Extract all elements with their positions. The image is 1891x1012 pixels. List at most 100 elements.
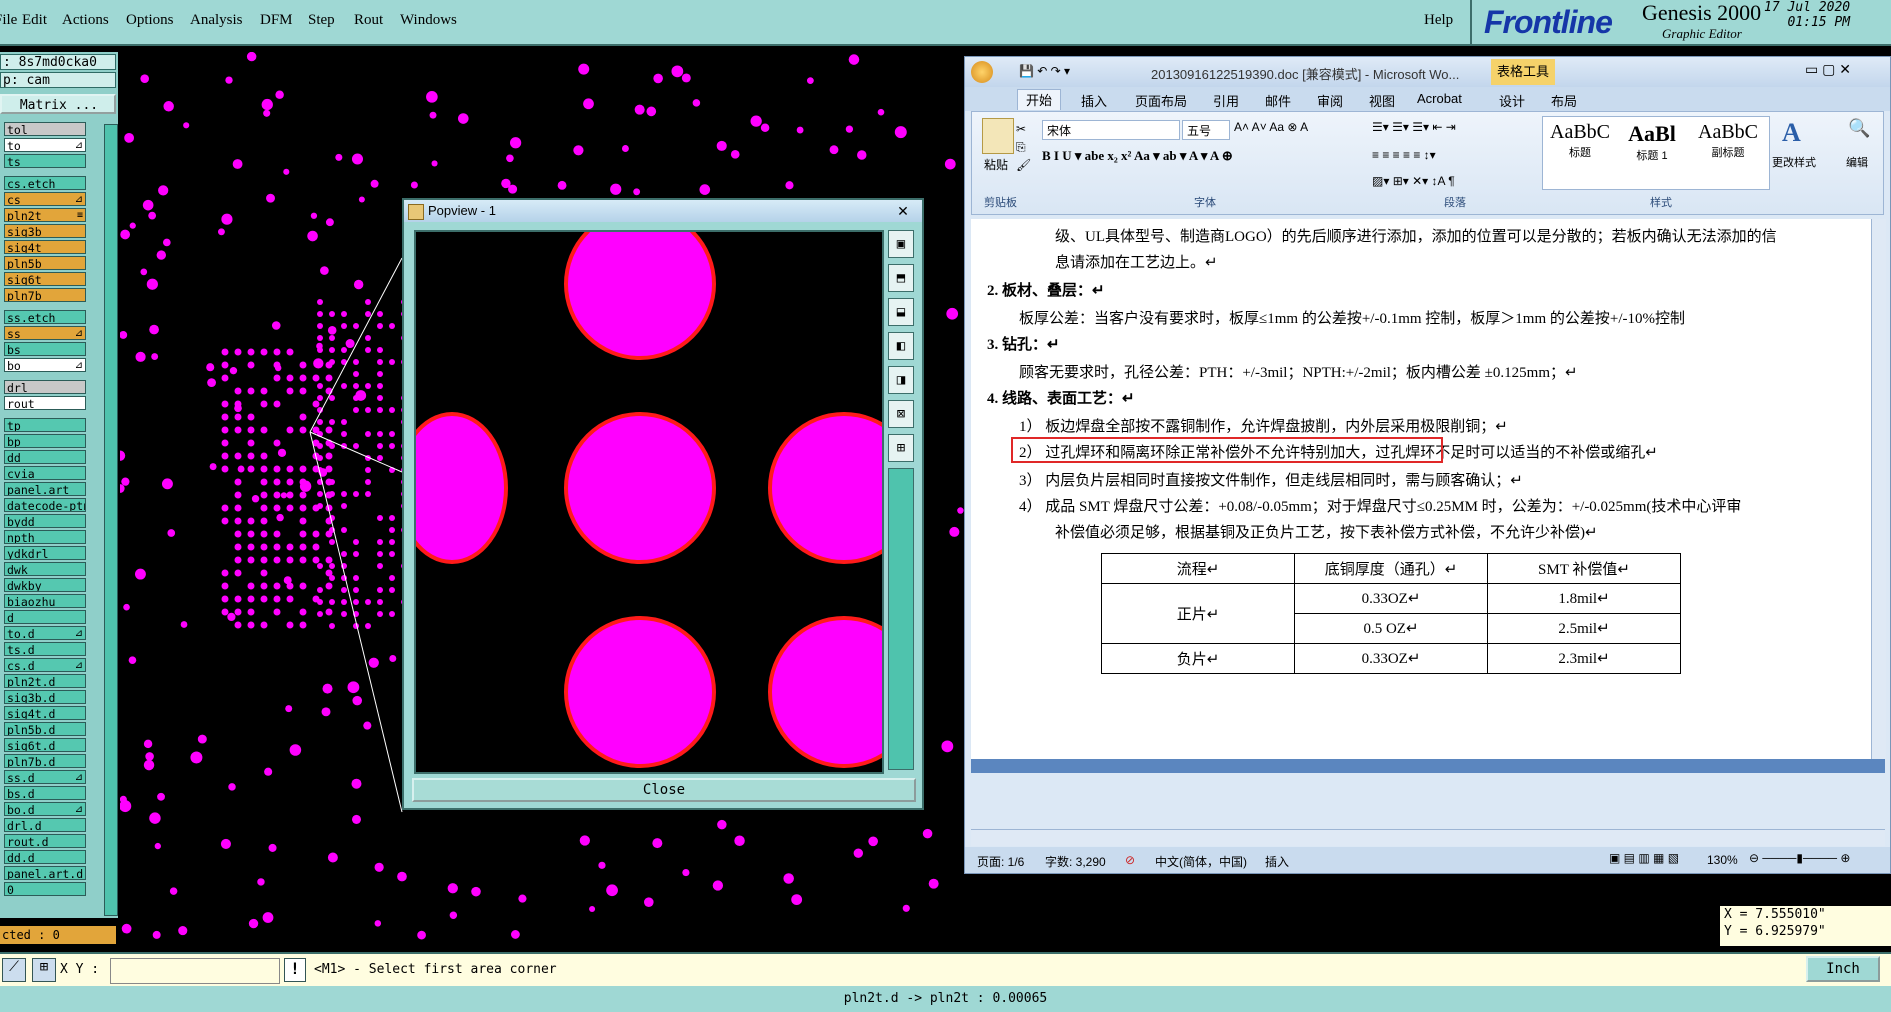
align-icons[interactable]: ≡ ≡ ≡ ≡ ≡ ↕▾: [1372, 148, 1436, 162]
layer-bs-d[interactable]: bs.d: [4, 786, 86, 800]
page-count[interactable]: 页面: 1/6: [977, 853, 1024, 870]
layer-dd-d[interactable]: dd.d: [4, 850, 86, 864]
style-heading1[interactable]: AaBl 标题 1: [1619, 121, 1685, 163]
layer-pln2t-d[interactable]: pln2t.d: [4, 674, 86, 688]
office-button-icon[interactable]: [971, 61, 993, 83]
style-title[interactable]: AaBbC 标题: [1547, 121, 1613, 160]
layer-cs-d[interactable]: cs.d ⊿: [4, 658, 86, 672]
layer-pln5b[interactable]: pln5b: [4, 256, 86, 270]
layer-rout[interactable]: rout: [4, 396, 86, 410]
layer-d[interactable]: d: [4, 610, 86, 624]
layer-ss[interactable]: ss ⊿: [4, 326, 86, 340]
layer-tol[interactable]: tol: [4, 122, 86, 136]
layer-sig3b[interactable]: sig3b: [4, 224, 86, 238]
proofing-icon[interactable]: ⊘: [1125, 853, 1135, 867]
language[interactable]: 中文(简体，中国): [1155, 853, 1247, 870]
menu-rout[interactable]: Rout: [354, 12, 383, 29]
layer-cs[interactable]: cs ⊿: [4, 192, 86, 206]
layer-bydd[interactable]: bydd: [4, 514, 86, 528]
layer-ydkdrl[interactable]: ydkdrl: [4, 546, 86, 560]
menu-options[interactable]: Options: [126, 12, 174, 29]
alert-icon[interactable]: !: [284, 958, 306, 982]
layer-dd[interactable]: dd: [4, 450, 86, 464]
layer-bo[interactable]: bo ⊿: [4, 358, 86, 372]
menu-actions[interactable]: Actions: [62, 12, 109, 29]
popview-canvas[interactable]: [414, 230, 884, 774]
layer-pln7b-d[interactable]: pln7b.d: [4, 754, 86, 768]
layer-bs[interactable]: bs: [4, 342, 86, 356]
window-controls-icon[interactable]: ▭ ▢ ✕: [1805, 61, 1851, 78]
shading-icons[interactable]: ▨▾ ⊞▾ ✕▾ ↕A ¶: [1372, 174, 1455, 188]
tab-view[interactable]: 视图: [1369, 91, 1395, 110]
layer-ss-etch[interactable]: ss.etch: [4, 310, 86, 324]
popview-scroll[interactable]: [888, 468, 914, 770]
tab-acrobat[interactable]: Acrobat: [1417, 91, 1462, 106]
menu-help[interactable]: Help: [1424, 12, 1453, 29]
layer-sig6t[interactable]: sig6t: [4, 272, 86, 286]
zoom-level[interactable]: 130%: [1707, 853, 1738, 867]
layer-sig4t[interactable]: sig4t: [4, 240, 86, 254]
grid-icon[interactable]: ⊞: [32, 958, 56, 982]
change-styles-label[interactable]: 更改样式: [1772, 154, 1816, 170]
edit-label[interactable]: 编辑: [1846, 154, 1868, 170]
xy-input[interactable]: [110, 958, 280, 984]
tab-mailings[interactable]: 邮件: [1265, 91, 1291, 110]
layer-sig4t-d[interactable]: sig4t.d: [4, 706, 86, 720]
layer-datecode-ptn[interactable]: datecode-ptn: [4, 498, 86, 512]
tab-design[interactable]: 设计: [1499, 91, 1525, 110]
layer-panel-art-d[interactable]: panel.art.d: [4, 866, 86, 880]
font-size-select[interactable]: 五号: [1182, 120, 1230, 140]
layer-sig6t-d[interactable]: sig6t.d: [4, 738, 86, 752]
tab-table-layout[interactable]: 布局: [1551, 91, 1577, 110]
word-count[interactable]: 字数: 3,290: [1045, 853, 1106, 870]
clipboard-icons[interactable]: ✂ ⎘ 🖌: [1016, 120, 1031, 174]
pan-down-icon[interactable]: ⬓: [888, 298, 914, 326]
font-format-icons[interactable]: B I U ▾ abe x₂ x² Aa ▾ ab ▾ A ▾ A ⊕: [1042, 148, 1233, 164]
menu-step[interactable]: Step: [308, 12, 335, 29]
change-styles-icon[interactable]: A: [1782, 118, 1801, 148]
layer-bp[interactable]: bp: [4, 434, 86, 448]
tab-review[interactable]: 审阅: [1317, 91, 1343, 110]
menu-edit[interactable]: Edit: [22, 12, 47, 29]
find-icon[interactable]: 🔍: [1848, 118, 1870, 139]
zoom-fit-icon[interactable]: ▣: [888, 230, 914, 258]
tab-home[interactable]: 开始: [1017, 89, 1062, 110]
style-subtitle[interactable]: AaBbC 副标题: [1693, 121, 1763, 160]
menu-file[interactable]: File: [0, 12, 17, 29]
layer-ts[interactable]: ts: [4, 154, 86, 168]
list-icons[interactable]: ☰▾ ☰▾ ☰▾ ⇤ ⇥: [1372, 120, 1456, 134]
view-mode-icons[interactable]: ▣ ▤ ▥ ▦ ▧: [1609, 851, 1679, 865]
layer-tp[interactable]: tp: [4, 418, 86, 432]
layer-dwkby[interactable]: dwkby: [4, 578, 86, 592]
paste-icon[interactable]: [982, 118, 1014, 154]
paste-label[interactable]: 粘贴: [984, 156, 1008, 173]
layer-ss-d[interactable]: ss.d ⊿: [4, 770, 86, 784]
menu-analysis[interactable]: Analysis: [190, 12, 243, 29]
document-page[interactable]: 级、UL具体型号、制造商LOGO）的先后顺序进行添加，添加的位置可以是分散的；若…: [971, 219, 1871, 759]
layer-pln7b[interactable]: pln7b: [4, 288, 86, 302]
vertical-scrollbar[interactable]: [1871, 219, 1886, 759]
unit-select[interactable]: Inch: [1806, 956, 1880, 982]
layer-pln2t[interactable]: pln2t ≡: [4, 208, 86, 222]
layer-cvia[interactable]: cvia: [4, 466, 86, 480]
horizontal-scrollbar[interactable]: [971, 829, 1885, 846]
close-icon[interactable]: ✕: [890, 200, 916, 222]
zoom-in-icon[interactable]: ⊠: [888, 400, 914, 428]
zoom-out-icon[interactable]: ⊞: [888, 434, 914, 462]
layer-0[interactable]: 0: [4, 882, 86, 896]
pan-left-icon[interactable]: ◧: [888, 332, 914, 360]
menu-windows[interactable]: Windows: [400, 12, 457, 29]
layer-drl[interactable]: drl: [4, 380, 86, 394]
measure-icon[interactable]: ⟋: [2, 958, 26, 982]
tab-insert[interactable]: 插入: [1081, 91, 1107, 110]
layer-sig3b-d[interactable]: sig3b.d: [4, 690, 86, 704]
insert-mode[interactable]: 插入: [1265, 853, 1289, 870]
layer-cs-etch[interactable]: cs.etch: [4, 176, 86, 190]
font-grow-icons[interactable]: A˄ A˅ Aa ⊗ A: [1234, 120, 1308, 134]
zoom-slider-icon[interactable]: ⊖ ────▮──── ⊕: [1749, 851, 1850, 865]
layer-drl-d[interactable]: drl.d: [4, 818, 86, 832]
layer-to[interactable]: to ⊿: [4, 138, 86, 152]
word-titlebar[interactable]: 💾 ↶ ↷ ▾ 20130916122519390.doc [兼容模式] - M…: [965, 57, 1890, 87]
layer-biaozhu[interactable]: biaozhu: [4, 594, 86, 608]
style-gallery[interactable]: AaBbC 标题 AaBl 标题 1 AaBbC 副标题: [1542, 116, 1770, 190]
